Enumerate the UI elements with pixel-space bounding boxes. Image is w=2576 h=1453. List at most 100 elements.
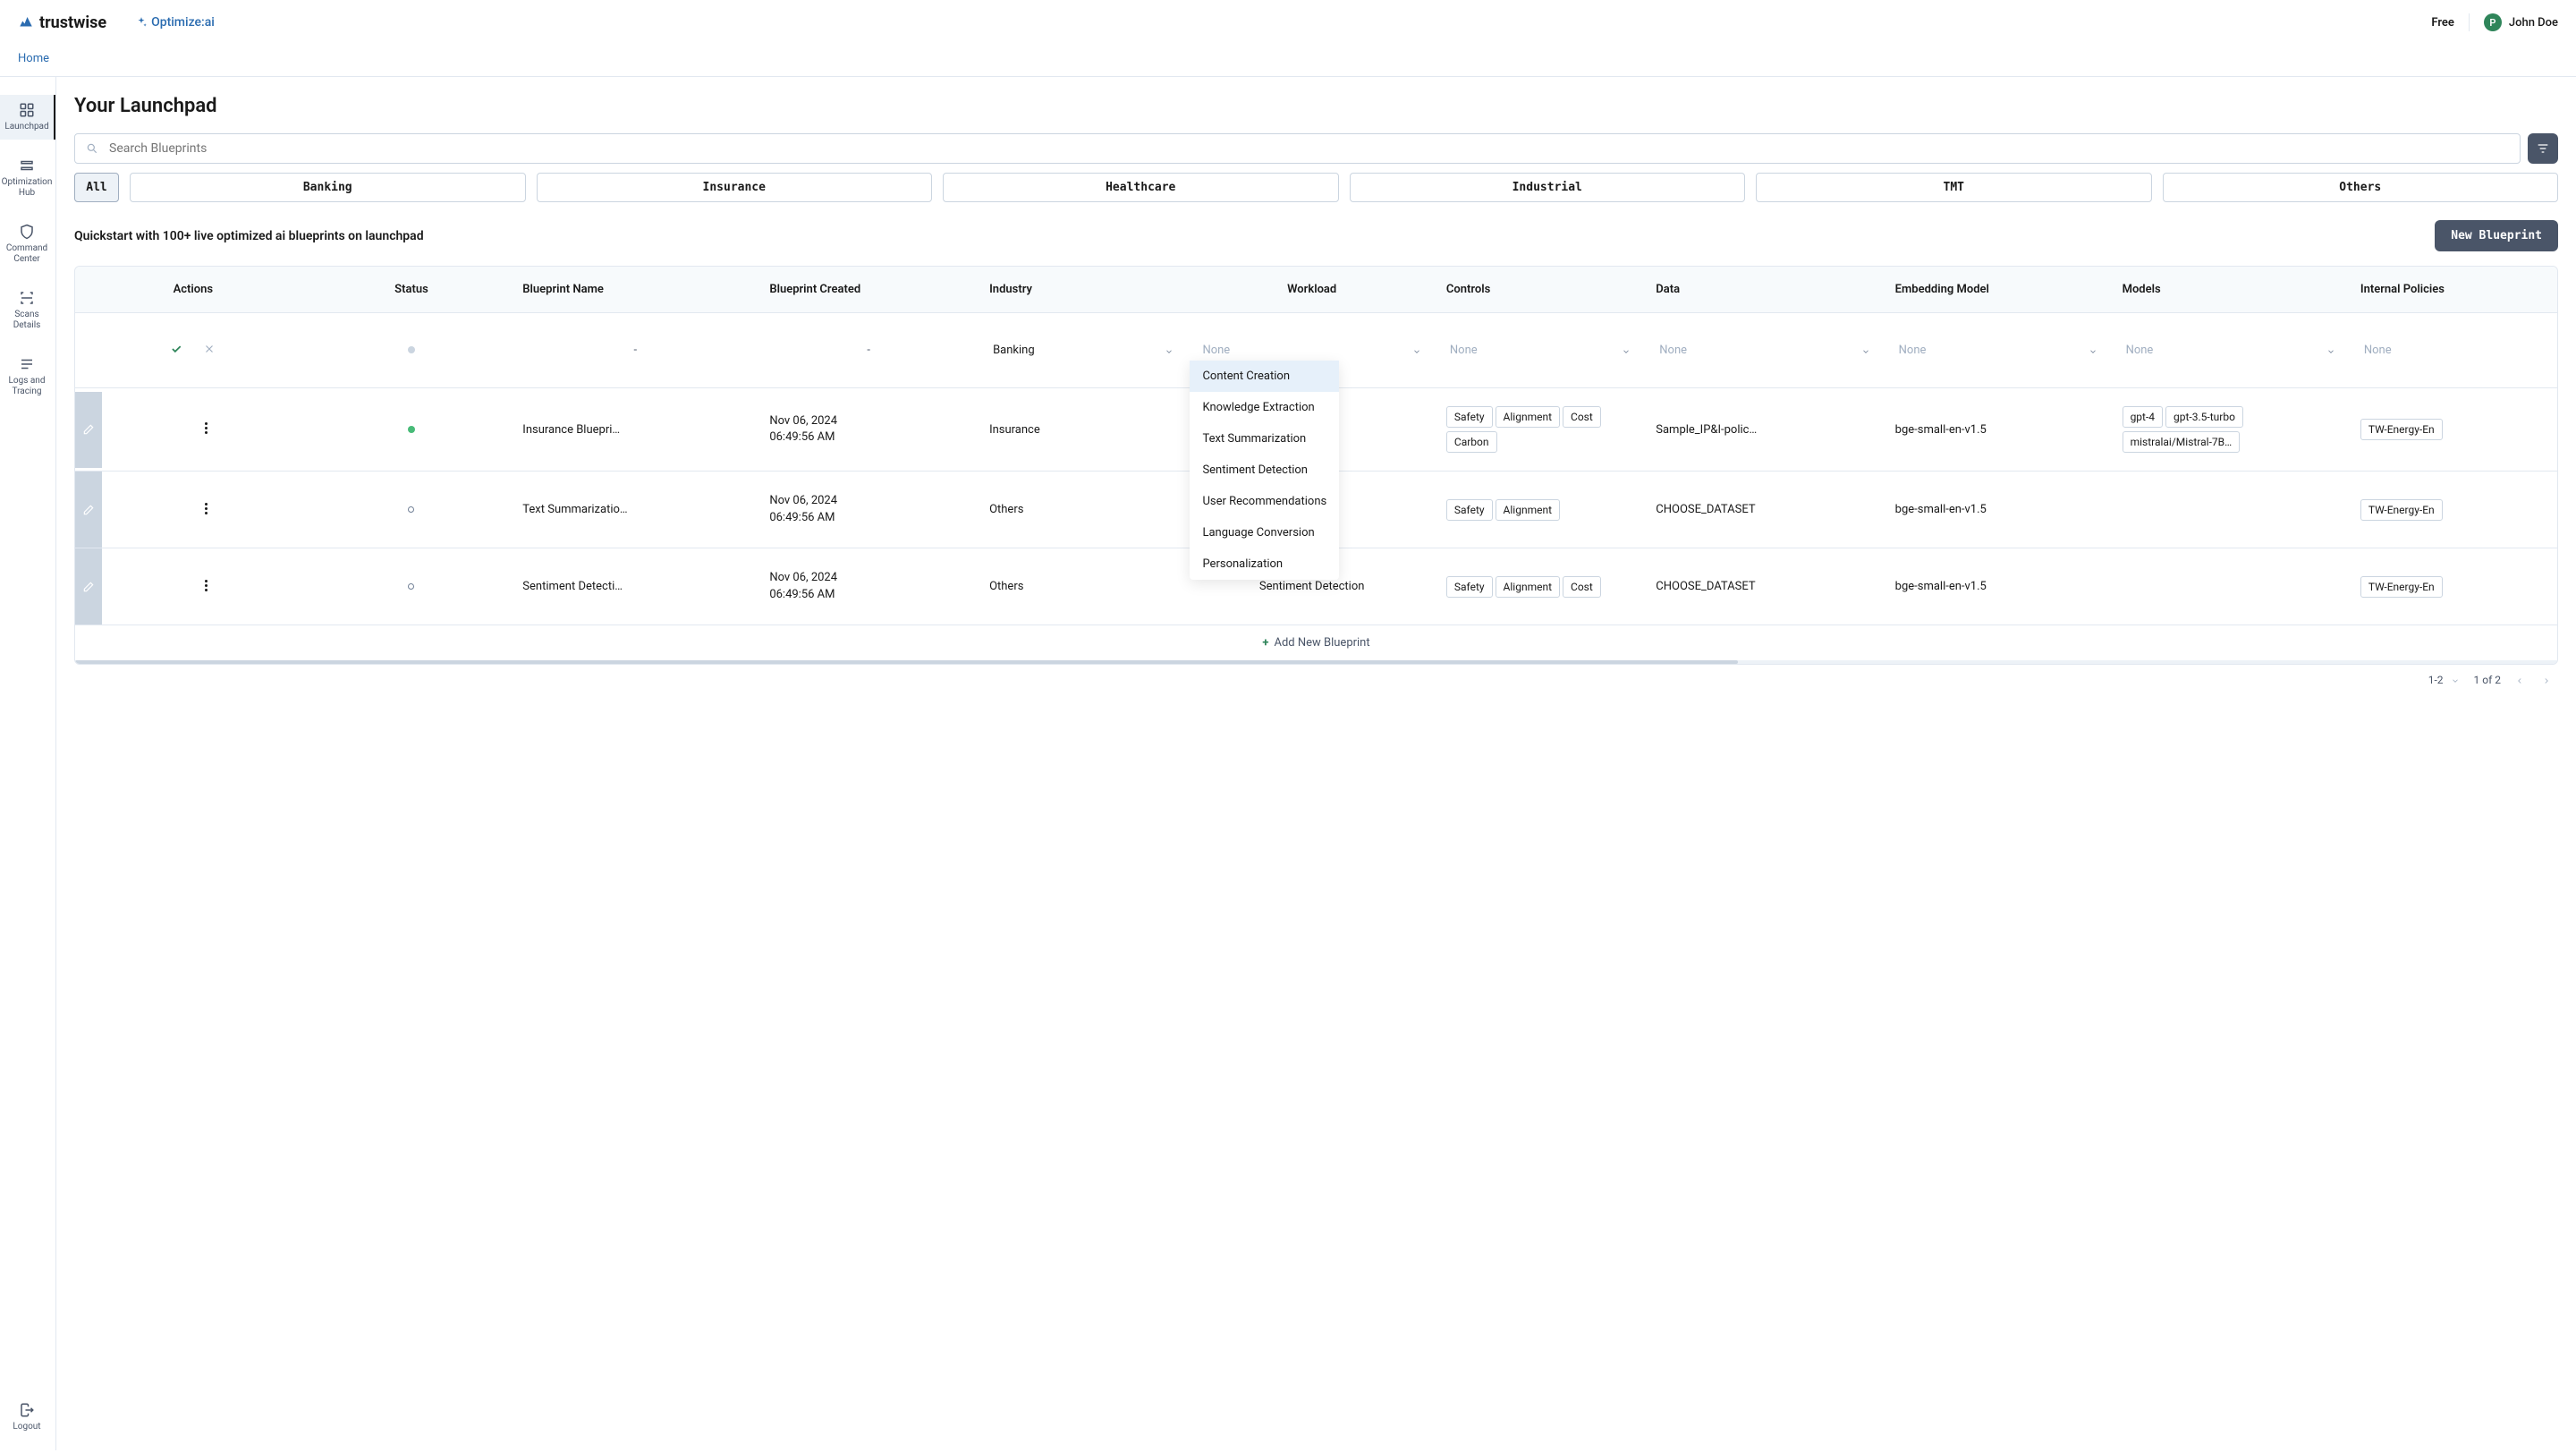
th-status: Status bbox=[311, 267, 513, 313]
tab-banking[interactable]: Banking bbox=[130, 173, 526, 202]
placeholder: None bbox=[2364, 344, 2392, 357]
th-data: Data bbox=[1645, 267, 1884, 313]
page-range-text: 1-2 bbox=[2428, 674, 2444, 686]
tab-healthcare[interactable]: Healthcare bbox=[943, 173, 1339, 202]
brand-name: trustwise bbox=[39, 13, 106, 32]
chevron-down-icon bbox=[1412, 346, 1421, 355]
sidebar-item-scans-details[interactable]: Scans Details bbox=[0, 283, 55, 338]
workload-select[interactable]: None bbox=[1199, 340, 1424, 361]
quickstart-text: Quickstart with 100+ live optimized ai b… bbox=[74, 229, 424, 243]
search-box[interactable] bbox=[74, 133, 2521, 164]
dd-option[interactable]: User Recommendations bbox=[1190, 486, 1339, 517]
filter-button[interactable] bbox=[2528, 133, 2558, 164]
logo[interactable]: trustwise bbox=[18, 13, 106, 32]
edit-row: - - Banking None bbox=[75, 313, 2557, 388]
category-tabs: All Banking Insurance Healthcare Industr… bbox=[74, 173, 2558, 202]
industry-select[interactable]: Banking bbox=[989, 340, 1177, 361]
th-industry: Industry bbox=[979, 267, 1188, 313]
user-menu[interactable]: P John Doe bbox=[2484, 13, 2558, 31]
th-embed: Embedding Model bbox=[1885, 267, 2112, 313]
sidebar-item-logs-tracing[interactable]: Logs and Tracing bbox=[0, 349, 55, 404]
sidebar-item-launchpad[interactable]: Launchpad bbox=[0, 95, 55, 140]
sidebar: Launchpad Optimization Hub Command Cente… bbox=[0, 76, 56, 1450]
cell-controls: SafetyAlignmentCost bbox=[1436, 548, 1645, 625]
cell-created: - bbox=[758, 313, 979, 388]
add-blueprint-row[interactable]: +Add New Blueprint bbox=[75, 625, 2557, 661]
logo-icon bbox=[18, 14, 34, 30]
tab-all[interactable]: All bbox=[74, 173, 119, 202]
page-next-icon[interactable] bbox=[2542, 676, 2551, 684]
status-dot bbox=[408, 426, 415, 433]
page-range[interactable]: 1-2 bbox=[2428, 674, 2463, 686]
dd-option[interactable]: Knowledge Extraction bbox=[1190, 392, 1339, 423]
cell-controls: SafetyAlignment bbox=[1436, 472, 1645, 548]
cell-name: - bbox=[512, 313, 758, 388]
control-badge: Carbon bbox=[1446, 431, 1497, 453]
breadcrumb-home[interactable]: Home bbox=[18, 52, 49, 65]
tab-industrial[interactable]: Industrial bbox=[1350, 173, 1746, 202]
sidebar-item-label: Logout bbox=[13, 1422, 40, 1432]
cell-embedding: bge-small-en-v1.5 bbox=[1885, 548, 2112, 625]
optimize-tag[interactable]: Optimize:ai bbox=[135, 15, 215, 30]
cell-models bbox=[2112, 548, 2350, 625]
control-badge: Safety bbox=[1446, 406, 1493, 428]
models-select[interactable]: None bbox=[2123, 340, 2339, 361]
scan-icon bbox=[19, 290, 35, 306]
tab-others[interactable]: Others bbox=[2163, 173, 2559, 202]
status-dot bbox=[408, 346, 415, 353]
sidebar-item-label: Optimization Hub bbox=[2, 177, 53, 199]
sidebar-item-optimization-hub[interactable]: Optimization Hub bbox=[0, 150, 55, 206]
row-menu-icon[interactable] bbox=[205, 422, 208, 437]
tab-insurance[interactable]: Insurance bbox=[537, 173, 933, 202]
cell-embedding: bge-small-en-v1.5 bbox=[1885, 388, 2112, 472]
dd-option[interactable]: Content Creation bbox=[1190, 361, 1339, 392]
plus-icon: + bbox=[1262, 636, 1268, 650]
search-input[interactable] bbox=[109, 141, 2509, 156]
sidebar-item-command-center[interactable]: Command Center bbox=[0, 217, 55, 272]
control-badge: Safety bbox=[1446, 576, 1493, 598]
confirm-icon[interactable] bbox=[170, 343, 182, 355]
dd-option[interactable]: Text Summarization bbox=[1190, 423, 1339, 455]
tagline-text: Optimize:ai bbox=[151, 15, 215, 30]
edit-handle[interactable] bbox=[75, 392, 102, 468]
row-menu-icon[interactable] bbox=[205, 503, 208, 517]
sidebar-item-label: Scans Details bbox=[4, 310, 50, 331]
dd-option[interactable]: Sentiment Detection bbox=[1190, 455, 1339, 486]
chevron-down-icon bbox=[2089, 346, 2097, 355]
status-dot bbox=[408, 583, 414, 590]
filter-icon bbox=[2536, 141, 2550, 156]
page-prev-icon[interactable] bbox=[2515, 676, 2524, 684]
embedding-select[interactable]: None bbox=[1895, 340, 2101, 361]
cell-created: Nov 06, 202406:49:56 AM bbox=[758, 388, 979, 472]
new-blueprint-button[interactable]: New Blueprint bbox=[2435, 220, 2558, 251]
sidebar-item-logout[interactable]: Logout bbox=[0, 1395, 55, 1440]
placeholder: None bbox=[1659, 344, 1687, 357]
edit-handle[interactable] bbox=[75, 548, 102, 625]
data-select[interactable]: None bbox=[1656, 340, 1873, 361]
sidebar-item-label: Launchpad bbox=[4, 122, 48, 132]
edit-handle[interactable] bbox=[75, 472, 102, 548]
pagination: 1-2 1 of 2 bbox=[74, 665, 2558, 686]
cancel-icon[interactable] bbox=[203, 343, 216, 355]
grid-icon bbox=[19, 102, 35, 118]
logout-icon bbox=[19, 1402, 35, 1418]
scrollbar-thumb[interactable] bbox=[75, 660, 1738, 664]
row-menu-icon[interactable] bbox=[205, 580, 208, 594]
policies-select[interactable]: None bbox=[2360, 340, 2546, 361]
controls-select[interactable]: None bbox=[1446, 340, 1634, 361]
dd-option[interactable]: Language Conversion bbox=[1190, 517, 1339, 548]
cell-created: Nov 06, 202406:49:56 AM bbox=[758, 472, 979, 548]
th-controls: Controls bbox=[1436, 267, 1645, 313]
tab-tmt[interactable]: TMT bbox=[1756, 173, 2152, 202]
control-badge: Alignment bbox=[1496, 499, 1560, 521]
breadcrumb-bar: Home bbox=[0, 45, 2576, 76]
th-created: Blueprint Created bbox=[758, 267, 979, 313]
th-policies: Internal Policies bbox=[2350, 267, 2557, 313]
divider bbox=[2469, 13, 2470, 31]
cell-policies: TW-Energy-En bbox=[2350, 388, 2557, 472]
model-badge: mistralai/Mistral-7B… bbox=[2123, 431, 2241, 453]
cell-policies: TW-Energy-En bbox=[2350, 548, 2557, 625]
dd-option[interactable]: Personalization bbox=[1190, 548, 1339, 580]
horizontal-scrollbar[interactable] bbox=[75, 660, 2557, 664]
th-actions: Actions bbox=[75, 267, 311, 313]
